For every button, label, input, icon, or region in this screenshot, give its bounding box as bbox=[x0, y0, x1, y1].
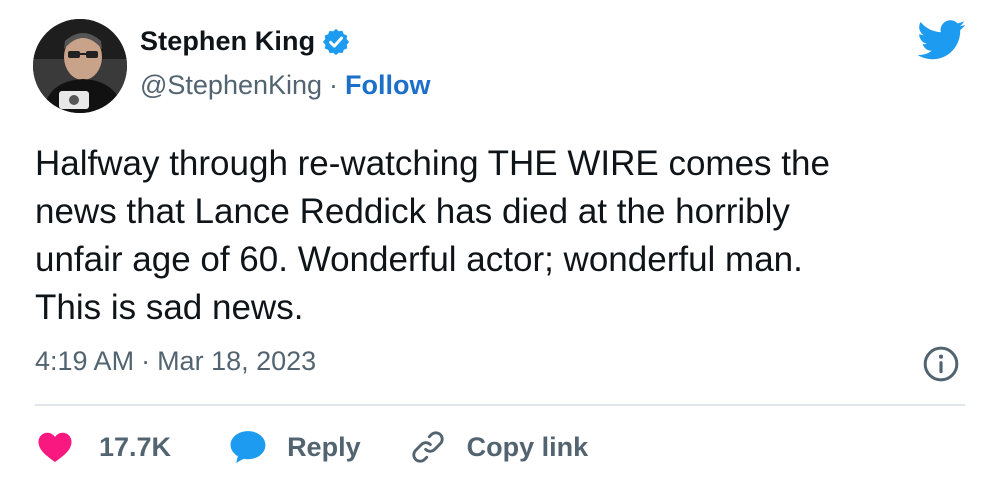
author-name-row: Stephen King bbox=[140, 26, 351, 57]
tweet-time[interactable]: 4:19 AM bbox=[35, 346, 134, 377]
verified-badge-icon bbox=[323, 28, 350, 55]
avatar-photo bbox=[33, 19, 127, 113]
like-action[interactable]: 17.7K bbox=[37, 431, 171, 463]
like-count: 17.7K bbox=[99, 431, 172, 462]
handle-separator: · bbox=[329, 70, 339, 100]
copy-link-action[interactable]: Copy link bbox=[409, 428, 589, 466]
tweet-card: Stephen King @StephenKing · Follow Halfw… bbox=[0, 0, 996, 484]
tweet-actions: 17.7K Reply Copy link bbox=[37, 425, 588, 469]
divider bbox=[35, 404, 965, 406]
heart-icon[interactable] bbox=[37, 431, 73, 463]
reply-action[interactable]: Reply bbox=[229, 429, 361, 465]
tweet-timestamp[interactable]: 4:19 AM · Mar 18, 2023 bbox=[35, 346, 316, 377]
speech-bubble-icon[interactable] bbox=[229, 429, 267, 465]
timestamp-separator: · bbox=[141, 346, 151, 376]
follow-button[interactable]: Follow bbox=[345, 70, 430, 101]
reply-label: Reply bbox=[287, 431, 361, 462]
link-icon[interactable] bbox=[409, 428, 447, 466]
author-handle-row: @StephenKing · Follow bbox=[140, 70, 431, 101]
author-handle[interactable]: @StephenKing bbox=[140, 70, 322, 101]
info-icon[interactable] bbox=[922, 345, 960, 383]
author-name[interactable]: Stephen King bbox=[140, 26, 315, 57]
tweet-date[interactable]: Mar 18, 2023 bbox=[157, 346, 316, 377]
twitter-bird-icon[interactable] bbox=[918, 20, 966, 60]
copy-link-label: Copy link bbox=[466, 431, 589, 462]
avatar[interactable] bbox=[33, 19, 127, 113]
tweet-text: Halfway through re-watching THE WIRE com… bbox=[35, 144, 830, 327]
